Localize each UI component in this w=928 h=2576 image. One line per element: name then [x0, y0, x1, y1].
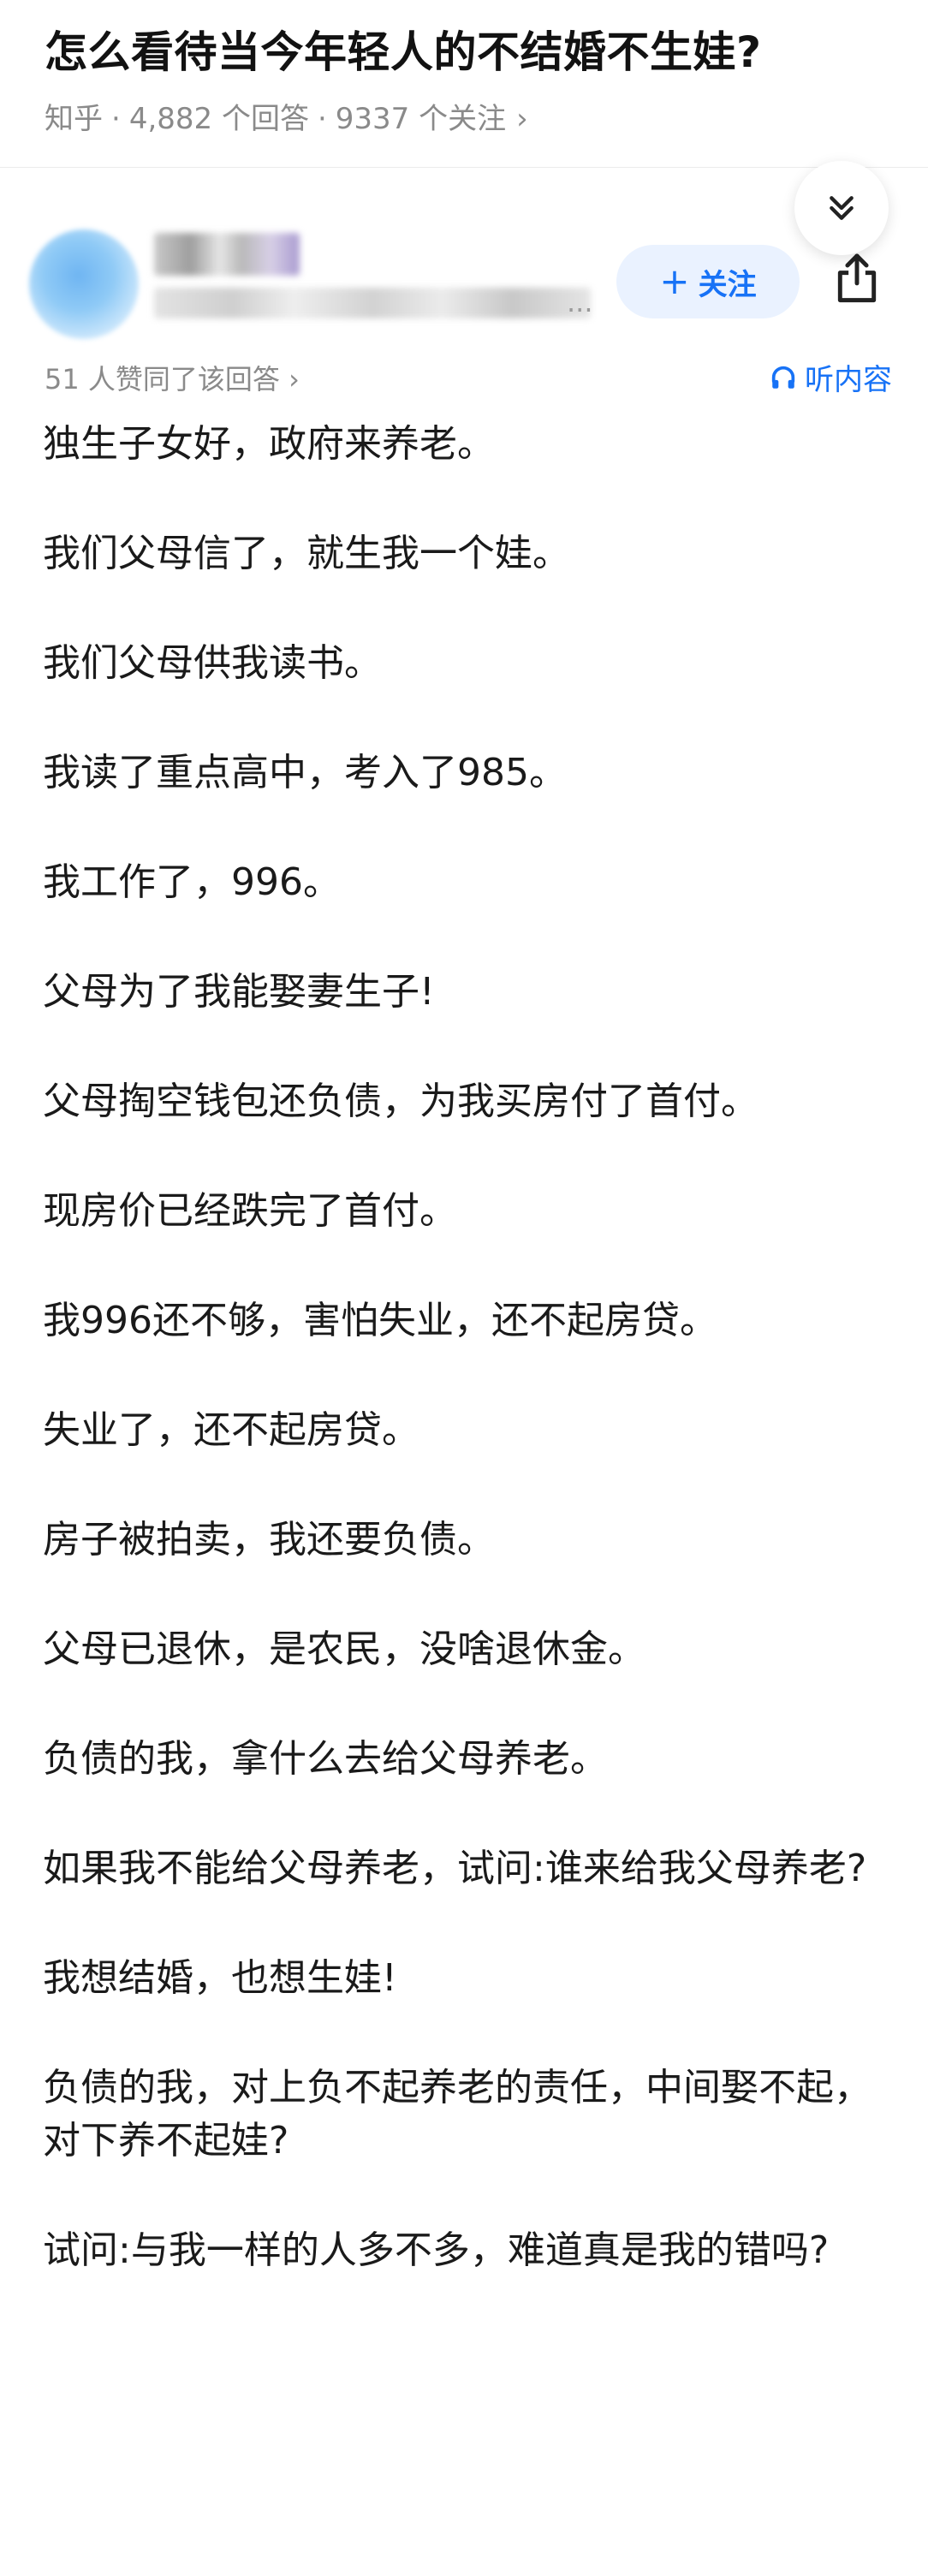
answer-paragraph: 负债的我，对上负不起养老的责任，中间娶不起，对下养不起娃? — [43, 2066, 871, 2163]
answer-paragraph: 试问:与我一样的人多不多，难道真是我的错吗? — [43, 2228, 830, 2272]
answer-paragraph: 我996还不够，害怕失业，还不起房贷。 — [43, 1299, 717, 1342]
chevron-right-icon: › — [516, 102, 528, 136]
site-name: 知乎 — [45, 102, 103, 136]
answer-paragraph: 如果我不能给父母养老，试问:谁来给我父母养老? — [43, 1847, 867, 1890]
answer-paragraph: 我读了重点高中，考入了985。 — [43, 751, 567, 794]
headphones-icon — [771, 366, 795, 389]
votes-text: 51 人赞同了该回答 — [45, 363, 280, 396]
answer-paragraph: 父母掏空钱包还负债，为我买房付了首付。 — [43, 1080, 758, 1123]
answer-paragraph: 我们父母信了，就生我一个娃。 — [43, 532, 570, 575]
question-title[interactable]: 怎么看待当今年轻人的不结婚不生娃? — [45, 22, 883, 82]
meta-separator: · — [111, 102, 121, 136]
answer-paragraph: 失业了，还不起房贷。 — [43, 1408, 419, 1452]
author-bio-blurred — [154, 288, 591, 318]
answer-paragraph: 父母已退休，是农民，没啥退休金。 — [43, 1627, 645, 1671]
answer-paragraph: 独生子女好，政府来养老。 — [43, 422, 495, 466]
votes-summary[interactable]: 51 人赞同了该回答 › — [45, 358, 300, 397]
follow-button[interactable]: + 关注 — [616, 245, 800, 318]
answer-paragraph: 现房价已经跌完了首付。 — [43, 1189, 457, 1233]
answer-paragraph: 房子被拍卖，我还要负债。 — [43, 1518, 495, 1562]
chevron-double-down-icon — [830, 196, 854, 220]
meta-separator: · — [317, 102, 327, 136]
answer-paragraph: 我想结婚，也想生娃! — [43, 1956, 397, 2000]
answer-paragraph: 我们父母供我读书。 — [43, 641, 382, 685]
author-bio-ellipsis: ... — [567, 286, 593, 318]
question-meta[interactable]: 知乎 · 4,882 个回答 · 9337 个关注 › — [45, 101, 883, 137]
chevron-right-icon: › — [289, 363, 300, 396]
author-avatar[interactable] — [29, 229, 139, 339]
answer-paragraph: 父母为了我能娶妻生子! — [43, 970, 435, 1014]
follow-label: 关注 — [698, 267, 757, 302]
share-icon — [837, 253, 877, 303]
collapse-button[interactable] — [794, 161, 889, 255]
answer-paragraph: 我工作了，996。 — [43, 860, 341, 904]
plus-icon: + — [659, 260, 690, 302]
followers-count: 9337 个关注 — [335, 102, 507, 136]
answer-body: 独生子女好，政府来养老。 我们父母信了，就生我一个娃。 我们父母供我读书。 我读… — [43, 418, 892, 2334]
answers-count: 4,882 个回答 — [128, 102, 309, 136]
question-header: 怎么看待当今年轻人的不结婚不生娃? 知乎 · 4,882 个回答 · 9337 个关注 › — [0, 0, 928, 168]
answer-paragraph: 负债的我，拿什么去给父母养老。 — [43, 1737, 608, 1781]
share-button[interactable] — [829, 248, 885, 310]
listen-button[interactable]: 听内容 — [769, 356, 892, 398]
author-name-blurred[interactable] — [154, 233, 300, 276]
listen-label: 听内容 — [805, 363, 892, 397]
answer-meta-row: 51 人赞同了该回答 › 听内容 — [45, 353, 892, 404]
